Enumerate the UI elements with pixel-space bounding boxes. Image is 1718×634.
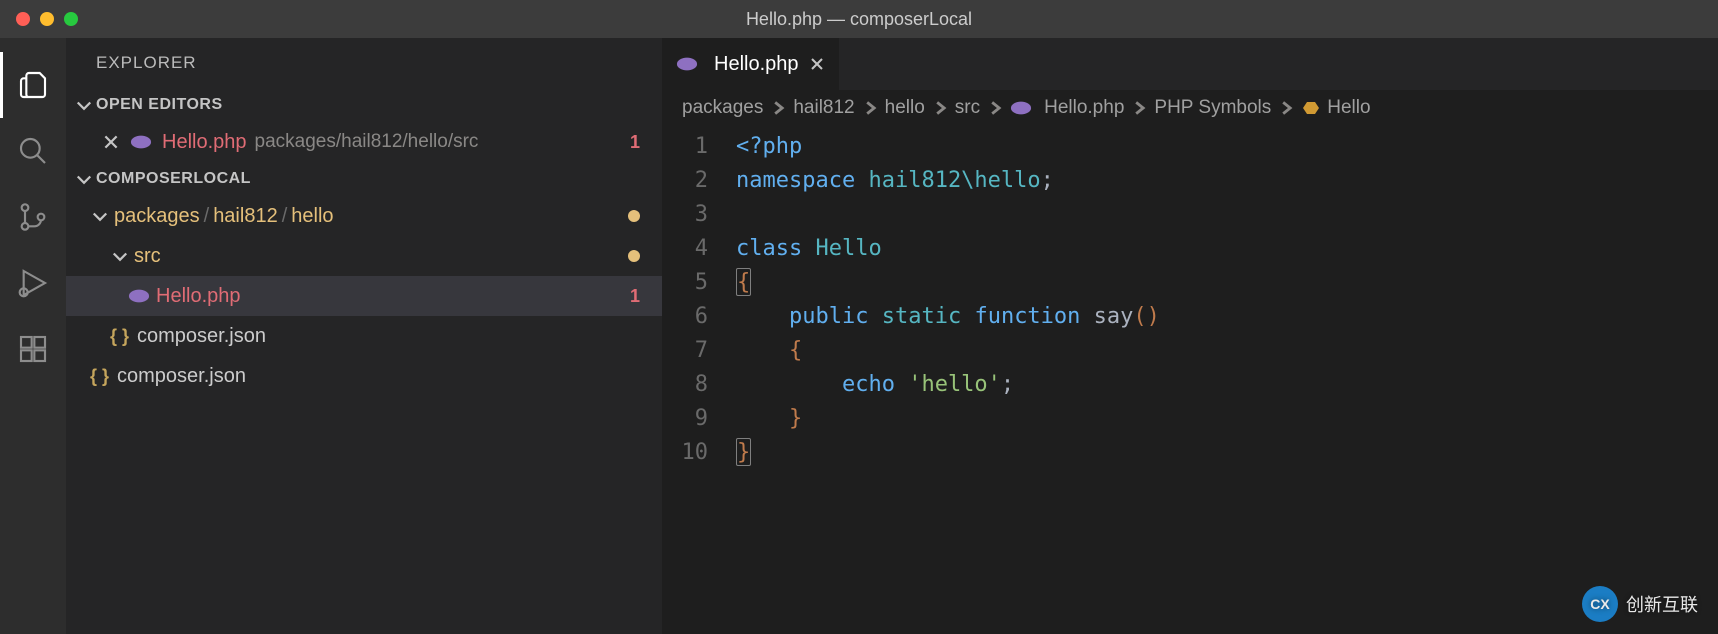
line-number-gutter: 1 2 3 4 5 6 7 8 9 10 [662, 130, 736, 634]
json-file-icon: { } [90, 366, 109, 387]
tree-file-inner-composer[interactable]: { } composer.json [66, 316, 662, 356]
crumb-php-symbols[interactable]: PHP Symbols [1154, 97, 1271, 119]
activity-extensions[interactable] [0, 316, 66, 382]
chevron-down-icon [74, 169, 94, 189]
open-editor-problem-count: 1 [630, 132, 640, 153]
path-seg-packages: packages [114, 205, 200, 228]
editor-tabs: Hello.php [662, 38, 1718, 90]
search-icon [17, 135, 49, 167]
crumb-hello[interactable]: hello [885, 97, 925, 119]
crumb-packages[interactable]: packages [682, 97, 763, 119]
php-file-icon [1010, 100, 1032, 116]
crumb-file[interactable]: Hello.php [1010, 97, 1124, 119]
source-control-icon [17, 201, 49, 233]
section-open-editors[interactable]: OPEN EDITORS [66, 88, 662, 122]
modified-indicator-icon [628, 210, 640, 222]
php-file-icon [128, 288, 150, 304]
activity-bar [0, 38, 66, 634]
breadcrumb: packages hail812 hello src Hello.php PHP… [662, 90, 1718, 126]
close-icon[interactable] [102, 133, 120, 151]
php-file-icon [676, 56, 698, 72]
php-file-icon [130, 134, 152, 150]
open-editor-filepath: packages/hail812/hello/src [255, 131, 479, 153]
chevron-right-icon [1279, 101, 1293, 115]
crumb-class[interactable]: Hello [1301, 97, 1370, 119]
crumb-src[interactable]: src [955, 97, 980, 119]
tree-folder-packages-path[interactable]: packages / hail812 / hello [66, 196, 662, 236]
extensions-icon [17, 333, 49, 365]
modified-indicator-icon [628, 250, 640, 262]
watermark: CX 创新互联 [1582, 586, 1698, 622]
activity-run-debug[interactable] [0, 250, 66, 316]
run-debug-icon [17, 267, 49, 299]
class-symbol-icon [1301, 100, 1321, 116]
section-workspace-label: COMPOSERLOCAL [96, 170, 251, 188]
editor-group: Hello.php packages hail812 hello src Hel… [662, 38, 1718, 634]
window-title: Hello.php — composerLocal [0, 9, 1718, 30]
folder-src-label: src [134, 245, 161, 268]
watermark-logo-icon: CX [1582, 586, 1618, 622]
chevron-right-icon [863, 101, 877, 115]
chevron-right-icon [933, 101, 947, 115]
activity-explorer[interactable] [0, 52, 66, 118]
section-workspace[interactable]: COMPOSERLOCAL [66, 162, 662, 196]
section-open-editors-label: OPEN EDITORS [96, 96, 223, 114]
activity-source-control[interactable] [0, 184, 66, 250]
file-problem-count: 1 [630, 286, 640, 307]
titlebar: Hello.php — composerLocal [0, 0, 1718, 38]
chevron-right-icon [988, 101, 1002, 115]
file-hello-php-label: Hello.php [156, 285, 241, 308]
watermark-text: 创新互联 [1626, 591, 1698, 617]
chevron-down-icon [90, 206, 110, 226]
sidebar: EXPLORER OPEN EDITORS Hello.php packages… [66, 38, 662, 634]
window-maximize-button[interactable] [64, 12, 78, 26]
crumb-hail812[interactable]: hail812 [793, 97, 854, 119]
window-close-button[interactable] [16, 12, 30, 26]
file-inner-composer-label: composer.json [137, 325, 266, 348]
chevron-right-icon [771, 101, 785, 115]
sidebar-title: EXPLORER [66, 38, 662, 88]
open-editor-item[interactable]: Hello.php packages/hail812/hello/src 1 [66, 122, 662, 162]
files-icon [17, 69, 49, 101]
tree-file-hello-php[interactable]: Hello.php 1 [66, 276, 662, 316]
path-seg-hail812: hail812 [213, 205, 278, 228]
path-seg-hello: hello [291, 205, 333, 228]
tree-folder-src[interactable]: src [66, 236, 662, 276]
file-outer-composer-label: composer.json [117, 365, 246, 388]
open-editor-filename: Hello.php [162, 131, 247, 154]
window-minimize-button[interactable] [40, 12, 54, 26]
editor-tab-label: Hello.php [714, 53, 799, 76]
editor-tab-hello-php[interactable]: Hello.php [662, 38, 839, 90]
code-content[interactable]: <?phpnamespace hail812\hello; class Hell… [736, 130, 1160, 634]
close-icon[interactable] [809, 56, 825, 72]
json-file-icon: { } [110, 326, 129, 347]
tree-file-outer-composer[interactable]: { } composer.json [66, 356, 662, 396]
chevron-down-icon [74, 95, 94, 115]
activity-search[interactable] [0, 118, 66, 184]
chevron-down-icon [110, 246, 130, 266]
code-editor[interactable]: 1 2 3 4 5 6 7 8 9 10 <?phpnamespace hail… [662, 126, 1718, 634]
chevron-right-icon [1132, 101, 1146, 115]
